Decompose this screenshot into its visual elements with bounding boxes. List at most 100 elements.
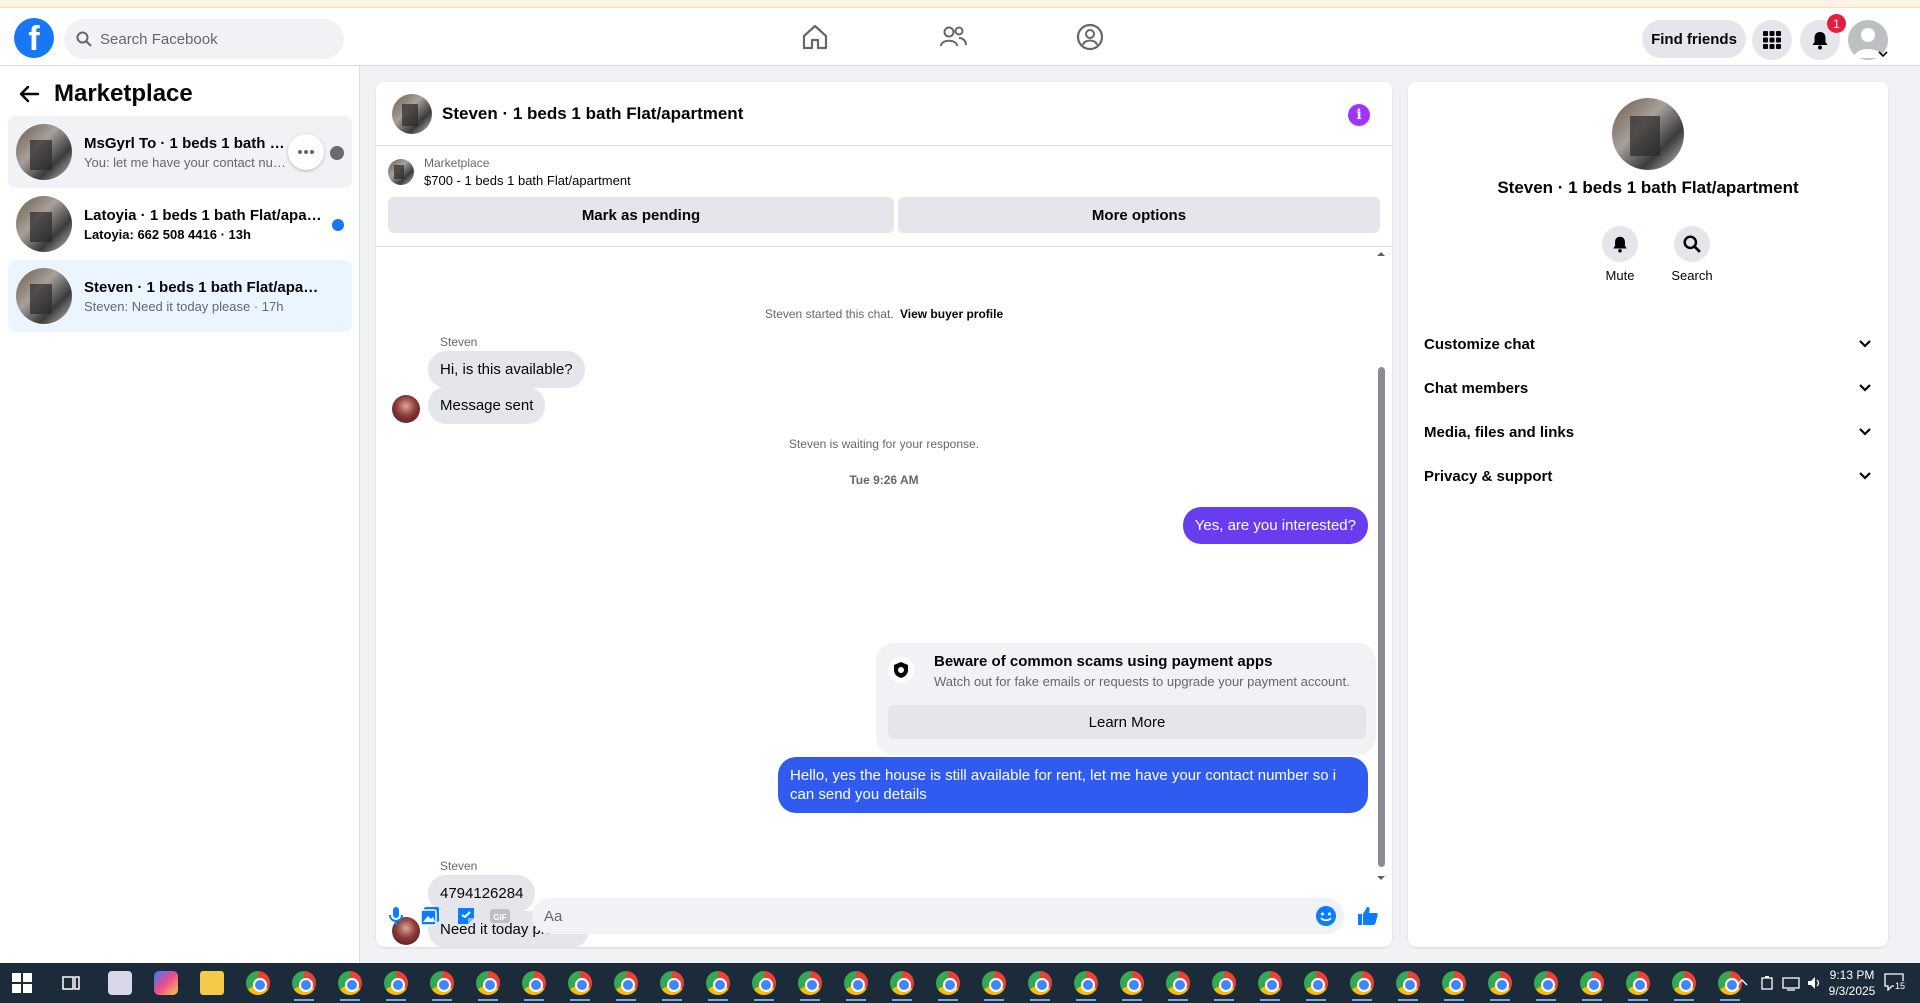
chevron-down-icon — [1859, 472, 1871, 480]
conversation-item[interactable]: Latoyia · 1 beds 1 bath Flat/apart... La… — [8, 188, 352, 260]
chrome-icon[interactable] — [1488, 971, 1512, 1001]
notification-center-button[interactable]: 15 — [1884, 973, 1907, 993]
chrome-icon[interactable] — [752, 971, 776, 1001]
chrome-icon[interactable] — [1120, 971, 1144, 1001]
mute-label: Mute — [1605, 268, 1635, 283]
section-label: Customize chat — [1424, 335, 1535, 353]
chrome-icon[interactable] — [384, 971, 408, 1001]
chrome-icon[interactable] — [1396, 971, 1420, 1001]
learn-more-button[interactable]: Learn More — [888, 705, 1366, 739]
photo-icon[interactable] — [418, 904, 442, 928]
chrome-icon[interactable] — [1580, 971, 1604, 1001]
chrome-icon[interactable] — [430, 971, 454, 1001]
chrome-icon[interactable] — [476, 971, 500, 1001]
emoji-icon[interactable] — [1314, 904, 1338, 928]
view-buyer-profile-link[interactable]: View buyer profile — [900, 307, 1003, 321]
facebook-logo[interactable]: f — [14, 18, 54, 58]
listing-thumbnail — [388, 159, 414, 185]
chrome-icon[interactable] — [338, 971, 362, 1001]
home-icon[interactable] — [800, 22, 830, 52]
friends-icon[interactable] — [938, 22, 968, 52]
search-conversation-button[interactable]: Search — [1662, 226, 1722, 283]
volume-icon[interactable] — [1806, 975, 1822, 991]
chrome-icon[interactable] — [1258, 971, 1282, 1001]
find-friends-button[interactable]: Find friends — [1642, 20, 1746, 58]
conversation-name: Steven · 1 beds 1 bath Flat/apartm... — [84, 278, 324, 296]
chat-header: Steven · 1 beds 1 bath Flat/apartment i — [376, 82, 1392, 146]
incoming-message[interactable]: Hi, is this available? — [428, 351, 585, 388]
menu-grid-button[interactable] — [1752, 20, 1792, 60]
chrome-icon[interactable] — [844, 971, 868, 1001]
gif-icon[interactable]: GIF — [488, 904, 512, 928]
chrome-icon[interactable] — [706, 971, 730, 1001]
thumbs-up-icon[interactable] — [1356, 904, 1380, 928]
chrome-icon[interactable] — [1166, 971, 1190, 1001]
battery-icon[interactable] — [1760, 975, 1774, 991]
file-explorer-icon[interactable] — [200, 971, 224, 995]
more-options-button[interactable] — [288, 134, 324, 170]
listing-thumbnail[interactable] — [392, 93, 432, 134]
conversation-item[interactable]: MsGyrl To · 1 beds 1 bath Flat/apartment… — [8, 116, 352, 188]
sender-avatar[interactable] — [392, 395, 420, 423]
listing-price: $700 - 1 beds 1 bath Flat/apartment — [424, 173, 631, 188]
chrome-icon[interactable] — [246, 971, 270, 995]
info-icon[interactable]: i — [1348, 104, 1370, 126]
mute-button[interactable]: Mute — [1590, 226, 1650, 283]
outgoing-message[interactable]: Hello, yes the house is still available … — [778, 757, 1368, 813]
outgoing-message[interactable]: Yes, are you interested? — [1182, 507, 1368, 544]
listing-thumbnail[interactable] — [1612, 98, 1684, 170]
marketplace-listing[interactable]: Marketplace $700 - 1 beds 1 bath Flat/ap… — [388, 156, 631, 188]
windows-start-icon[interactable] — [12, 973, 32, 993]
page-scrollbar[interactable] — [1906, 66, 1920, 963]
chat-details-panel: Steven · 1 beds 1 bath Flat/apartment Mu… — [1408, 82, 1888, 947]
chrome-icon[interactable] — [522, 971, 546, 1001]
chrome-icon[interactable] — [1534, 971, 1558, 1001]
chrome-icon[interactable] — [614, 971, 638, 1001]
microphone-icon[interactable] — [384, 904, 408, 928]
app-icon[interactable] — [108, 971, 132, 995]
chrome-icon[interactable] — [1212, 971, 1236, 1001]
listing-thumbnail — [16, 196, 72, 252]
back-arrow-icon[interactable] — [18, 83, 40, 105]
media-files-links-section[interactable]: Media, files and links — [1424, 410, 1872, 454]
more-options-button[interactable]: More options — [898, 197, 1380, 233]
sticker-icon[interactable] — [454, 904, 478, 928]
waiting-notice: Steven is waiting for your response. — [788, 437, 980, 451]
chrome-icon[interactable] — [1074, 971, 1098, 1001]
incoming-message[interactable]: Message sent — [428, 387, 546, 424]
chrome-icon[interactable] — [936, 971, 960, 1001]
scroll-up-icon[interactable] — [1376, 251, 1386, 257]
notifications-button[interactable]: 1 — [1800, 14, 1846, 60]
chrome-icon[interactable] — [798, 971, 822, 1001]
chrome-icon[interactable] — [1028, 971, 1052, 1001]
conversation-item-active[interactable]: Steven · 1 beds 1 bath Flat/apartm... St… — [8, 260, 352, 332]
chrome-icon[interactable] — [1350, 971, 1374, 1001]
clock[interactable]: 9:13 PM 9/3/2025 — [1824, 967, 1880, 999]
customize-chat-section[interactable]: Customize chat — [1424, 322, 1872, 366]
chrome-icon[interactable] — [890, 971, 914, 1001]
chrome-icon[interactable] — [292, 971, 316, 1001]
chrome-icon[interactable] — [1672, 971, 1696, 1001]
chrome-icon[interactable] — [568, 971, 592, 1001]
copilot-icon[interactable] — [154, 971, 178, 995]
message-thread[interactable]: Steven started this chat. View buyer pro… — [376, 246, 1392, 947]
message-input[interactable]: Aa — [532, 898, 1344, 934]
mark-pending-button[interactable]: Mark as pending — [388, 197, 894, 233]
scrollbar[interactable] — [1376, 247, 1386, 887]
search-input[interactable]: Search Facebook — [64, 19, 344, 59]
scroll-down-icon[interactable] — [1376, 875, 1386, 881]
chrome-icon[interactable] — [660, 971, 684, 1001]
chevron-up-icon[interactable] — [1736, 977, 1748, 987]
network-icon[interactable] — [1782, 975, 1800, 991]
chrome-icon[interactable] — [1304, 971, 1328, 1001]
chrome-icon[interactable] — [982, 971, 1006, 1001]
chrome-icon[interactable] — [1442, 971, 1466, 1001]
chat-members-section[interactable]: Chat members — [1424, 366, 1872, 410]
chevron-down-icon[interactable] — [1878, 50, 1888, 58]
chat-title[interactable]: Steven · 1 beds 1 bath Flat/apartment — [442, 104, 743, 124]
groups-icon[interactable] — [1075, 22, 1105, 52]
chrome-icon[interactable] — [1626, 971, 1650, 1001]
read-receipt-avatar — [330, 146, 344, 160]
task-view-icon[interactable] — [62, 974, 80, 992]
privacy-support-section[interactable]: Privacy & support — [1424, 454, 1872, 498]
